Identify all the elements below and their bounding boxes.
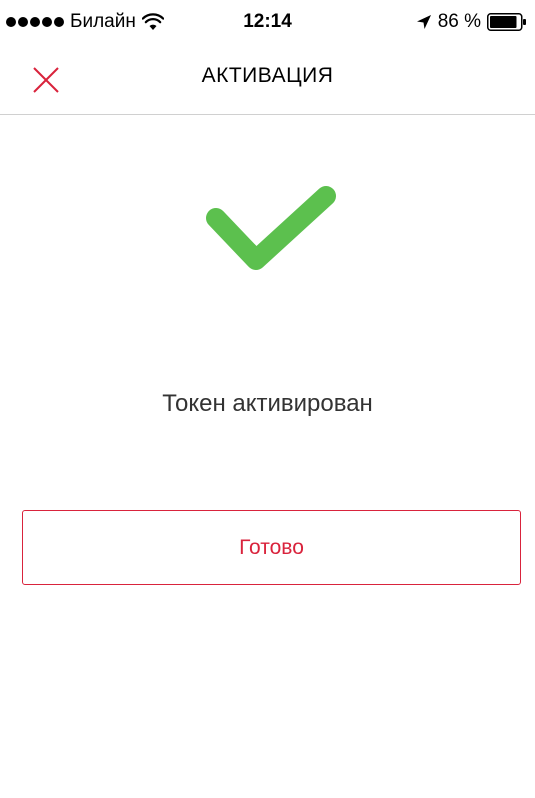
page-title: АКТИВАЦИЯ	[201, 64, 334, 87]
nav-bar: АКТИВАЦИЯ	[0, 40, 535, 115]
status-right: 86 %	[416, 11, 527, 33]
location-arrow-icon	[416, 15, 431, 29]
checkmark-icon	[196, 178, 346, 280]
done-button[interactable]: Готово	[22, 510, 521, 585]
activation-screen: Билайн 12:14 86 % АКТИВАЦИЯ Токен активи…	[0, 0, 535, 798]
status-message: Токен активирован	[162, 390, 373, 417]
battery-icon	[487, 13, 526, 31]
battery-percent: 86 %	[437, 11, 481, 32]
status-bar: Билайн 12:14 86 %	[0, 0, 535, 40]
